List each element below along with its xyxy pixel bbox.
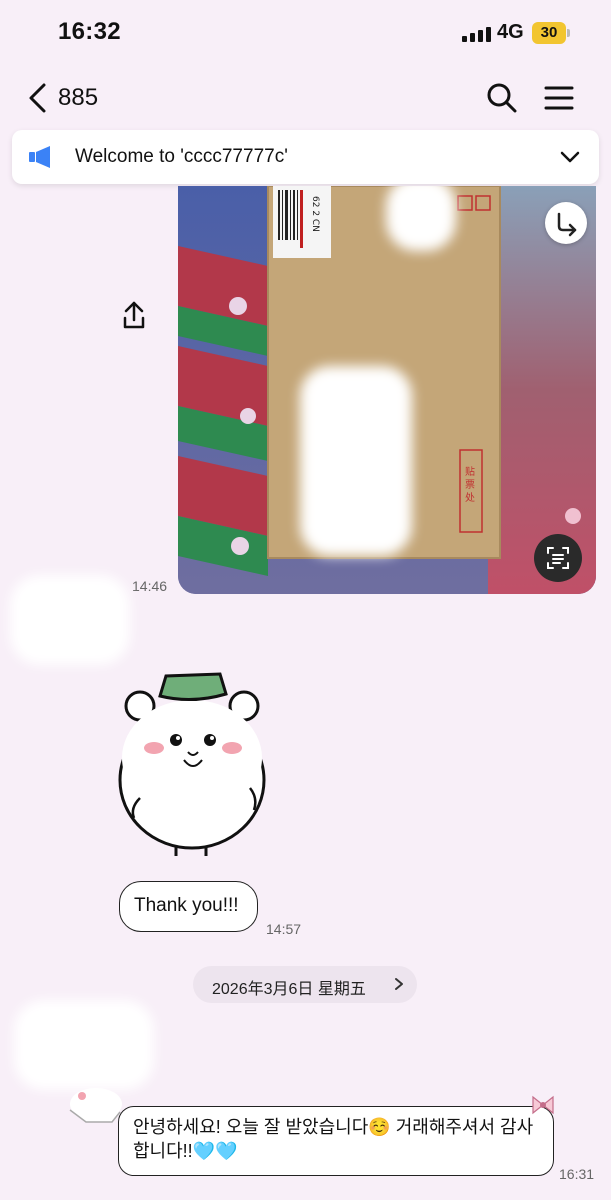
sticker-message[interactable] [110,668,280,868]
message-time: 14:57 [266,921,302,937]
back-icon[interactable] [26,82,52,114]
announcement-bar[interactable]: Welcome to 'cccc77777c' [12,130,599,184]
message-time: 16:31 [559,1166,595,1182]
message-text: 안녕하세요! 오늘 잘 받았습니다☺️ 거래해주셔서 감사합니다!!🩵🩵 [133,1117,534,1161]
status-time: 16:32 [58,18,121,45]
message-bubble[interactable]: 안녕하세요! 오늘 잘 받았습니다☺️ 거래해주셔서 감사합니다!!🩵🩵 [118,1106,554,1176]
network-label: 4G [497,21,524,43]
battery-icon: 30 [532,22,570,44]
chevron-down-icon[interactable] [559,146,581,168]
message-text: Thank you!!! [134,895,239,916]
announcement-text: Welcome to 'cccc77777c' [75,146,288,167]
redaction [14,1000,154,1090]
chat-title[interactable]: 885 [58,84,98,112]
menu-icon[interactable] [544,83,574,113]
chevron-right-icon [395,978,403,990]
forward-icon[interactable] [545,202,587,244]
battery-level: 30 [532,22,566,44]
message-time: 14:46 [132,578,168,594]
megaphone-icon [29,146,50,168]
date-divider-label: 2026年3月6日 星期五 [212,981,366,998]
chat-header: 885 [0,70,611,126]
redaction [300,366,412,556]
message-bubble[interactable]: Thank you!!! [119,881,258,932]
stamp-text: 贴 票 处 [463,465,475,503]
date-divider[interactable]: 2026年3月6日 星期五 [193,966,417,1003]
bow-decoration-icon [532,1095,554,1115]
redaction [386,186,456,251]
search-icon[interactable] [486,82,518,114]
label-code: 62 2 CN [310,196,320,232]
redaction [10,575,130,665]
signal-icon [462,26,492,42]
share-icon[interactable] [114,296,154,336]
photo-message[interactable]: 62 2 CN 贴 票 处 [178,186,596,594]
status-bar: 16:32 4G 30 [0,0,611,66]
ocr-icon[interactable] [534,534,582,582]
